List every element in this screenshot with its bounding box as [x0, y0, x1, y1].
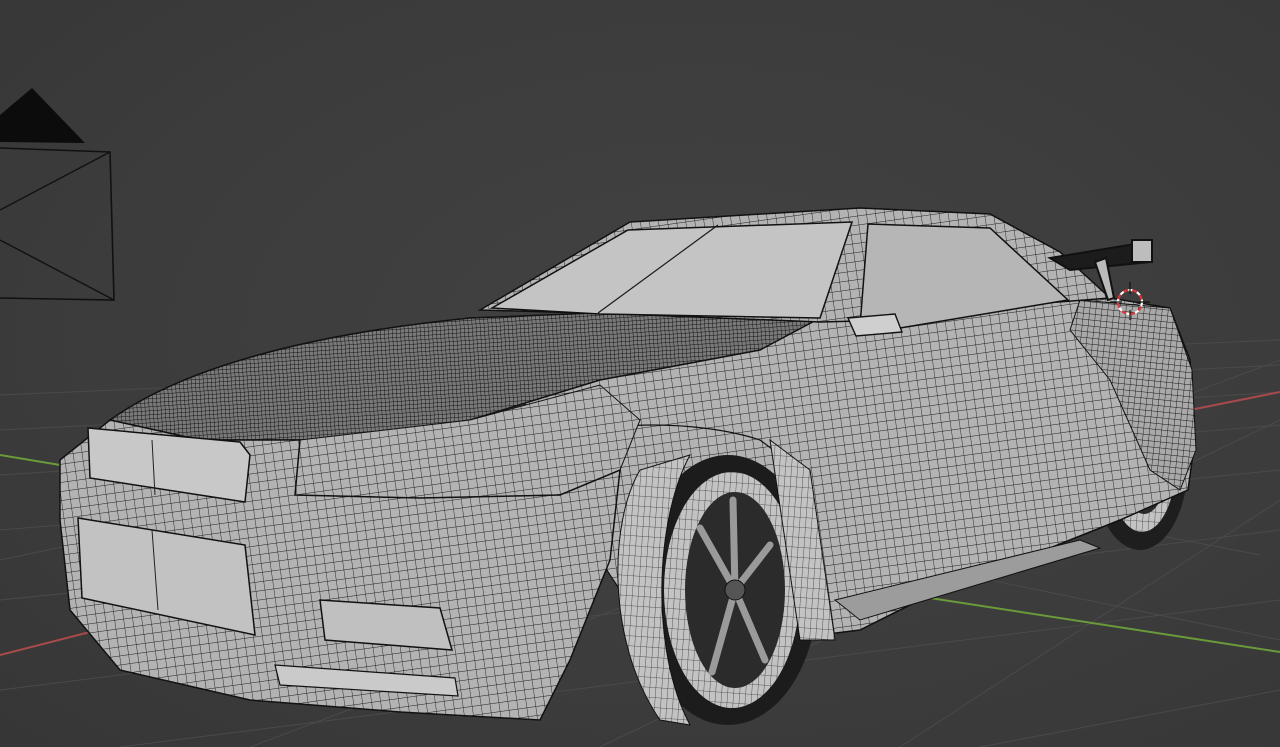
side-mirror[interactable] — [846, 313, 903, 337]
windshield — [489, 221, 854, 319]
car-model[interactable] — [59, 207, 1197, 726]
camera-frustum — [0, 147, 115, 301]
camera-object[interactable] — [0, 88, 115, 301]
front-wheel-hub — [724, 579, 746, 601]
viewport-canvas[interactable] — [0, 0, 1280, 747]
camera-up-triangle-icon — [0, 88, 85, 143]
3d-viewport[interactable] — [0, 0, 1280, 747]
